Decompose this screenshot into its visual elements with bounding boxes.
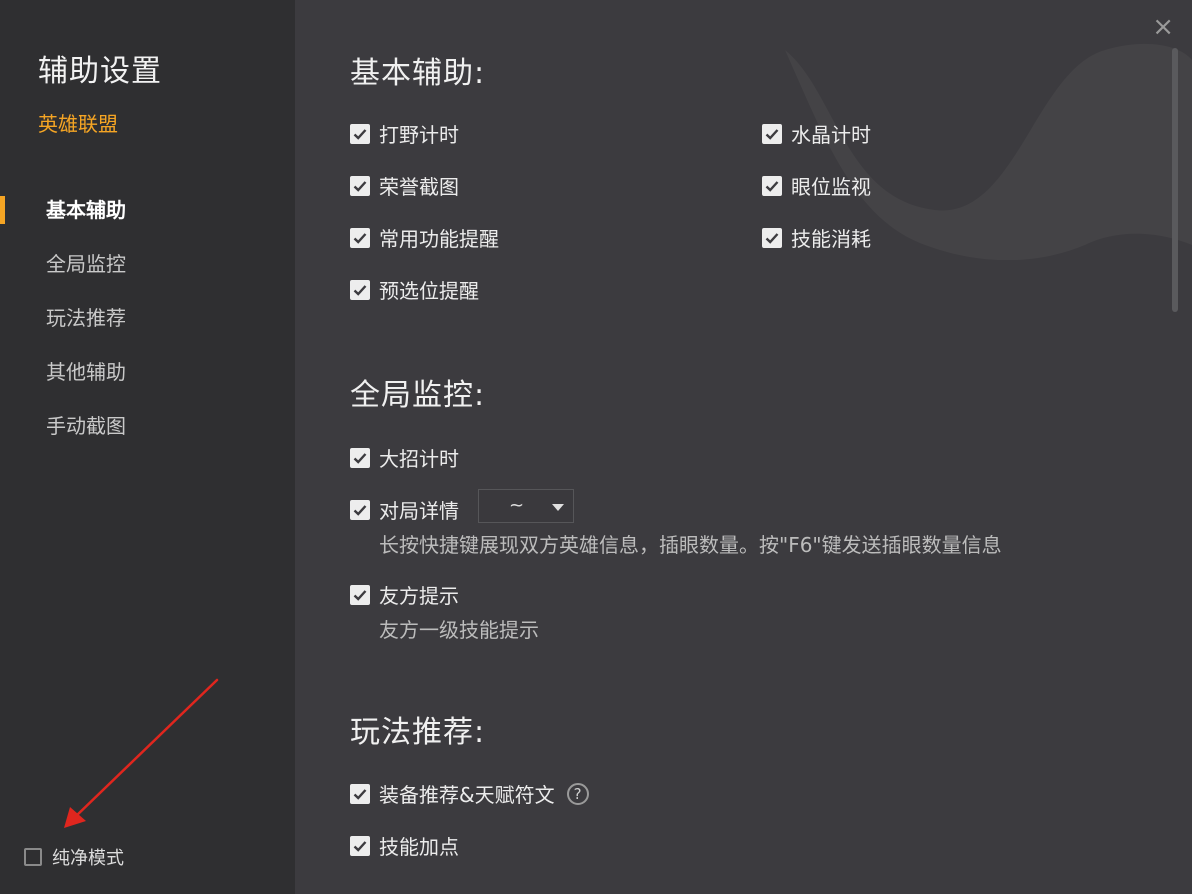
option-label: 水晶计时 — [791, 123, 871, 147]
checkbox-checked-icon[interactable] — [350, 279, 370, 300]
option-label: 装备推荐&天赋符文 — [379, 783, 555, 807]
option-match-details[interactable]: 对局详情 — [350, 495, 459, 524]
option-label: 技能加点 — [379, 835, 459, 859]
option-preselect-reminder[interactable]: 预选位提醒 — [350, 275, 479, 304]
hotkey-select[interactable]: ~ — [478, 489, 574, 523]
option-common-reminder[interactable]: 常用功能提醒 — [350, 223, 499, 252]
option-label: 预选位提醒 — [379, 279, 479, 303]
checkbox-checked-icon[interactable] — [350, 499, 370, 520]
scrollbar-thumb[interactable] — [1172, 48, 1178, 312]
checkbox-checked-icon[interactable] — [350, 584, 370, 605]
checkbox-checked-icon[interactable] — [762, 227, 782, 248]
option-label: 荣誉截图 — [379, 175, 459, 199]
checkbox-checked-icon[interactable] — [350, 227, 370, 248]
help-icon[interactable]: ? — [566, 782, 589, 805]
ally-hint-description: 友方一级技能提示 — [379, 618, 539, 642]
settings-title: 辅助设置 — [38, 54, 162, 89]
nav-item-manual-screenshot[interactable]: 手动截图 — [0, 404, 295, 458]
option-crystal-timer[interactable]: 水晶计时 — [762, 119, 871, 148]
close-icon[interactable]: × — [1152, 14, 1174, 40]
option-label: 技能消耗 — [791, 227, 871, 251]
pure-mode-label: 纯净模式 — [52, 848, 124, 869]
option-honor-screenshot[interactable]: 荣誉截图 — [350, 171, 459, 200]
option-ult-timer[interactable]: 大招计时 — [350, 443, 459, 472]
option-label: 对局详情 — [379, 499, 459, 523]
checkbox-checked-icon[interactable] — [762, 175, 782, 196]
pure-mode-checkbox[interactable]: 纯净模式 — [24, 844, 124, 870]
checkbox-checked-icon[interactable] — [350, 835, 370, 856]
option-jungle-timer[interactable]: 打野计时 — [350, 119, 459, 148]
sidebar: 辅助设置 英雄联盟 基本辅助 全局监控 玩法推荐 其他辅助 手动截图 纯净模式 — [0, 0, 295, 894]
option-ward-monitor[interactable]: 眼位监视 — [762, 171, 871, 200]
nav-item-gameplay-recommend[interactable]: 玩法推荐 — [0, 296, 295, 350]
caret-down-icon — [552, 504, 564, 511]
option-skill-points[interactable]: 技能加点 — [350, 831, 459, 860]
match-details-description: 长按快捷键展现双方英雄信息，插眼数量。按"F6"键发送插眼数量信息 — [379, 533, 1002, 557]
option-label: 眼位监视 — [791, 175, 871, 199]
option-label: 常用功能提醒 — [379, 227, 499, 251]
game-name: 英雄联盟 — [38, 112, 118, 136]
section-title-global: 全局监控: — [350, 378, 486, 413]
section-title-recommend: 玩法推荐: — [350, 715, 486, 750]
nav-item-other[interactable]: 其他辅助 — [0, 350, 295, 404]
option-label: 大招计时 — [379, 447, 459, 471]
unchecked-box-icon[interactable] — [24, 848, 42, 866]
checkbox-checked-icon[interactable] — [350, 783, 370, 804]
option-skill-cost[interactable]: 技能消耗 — [762, 223, 871, 252]
hotkey-value: ~ — [509, 495, 525, 516]
checkbox-checked-icon[interactable] — [762, 123, 782, 144]
option-ally-hint[interactable]: 友方提示 — [350, 580, 459, 609]
checkbox-checked-icon[interactable] — [350, 175, 370, 196]
nav-item-basic[interactable]: 基本辅助 — [0, 188, 295, 242]
option-equipment-rune[interactable]: 装备推荐&天赋符文 ? — [350, 779, 589, 808]
checkbox-checked-icon[interactable] — [350, 447, 370, 468]
sidebar-nav: 基本辅助 全局监控 玩法推荐 其他辅助 手动截图 — [0, 188, 295, 458]
settings-content: × 基本辅助: 打野计时 水晶计时 荣誉截图 眼位监视 常用功能提醒 技能消耗 … — [295, 0, 1192, 894]
option-label: 友方提示 — [379, 584, 459, 608]
section-title-basic: 基本辅助: — [350, 56, 486, 91]
nav-item-global-monitor[interactable]: 全局监控 — [0, 242, 295, 296]
checkbox-checked-icon[interactable] — [350, 123, 370, 144]
option-label: 打野计时 — [379, 123, 459, 147]
